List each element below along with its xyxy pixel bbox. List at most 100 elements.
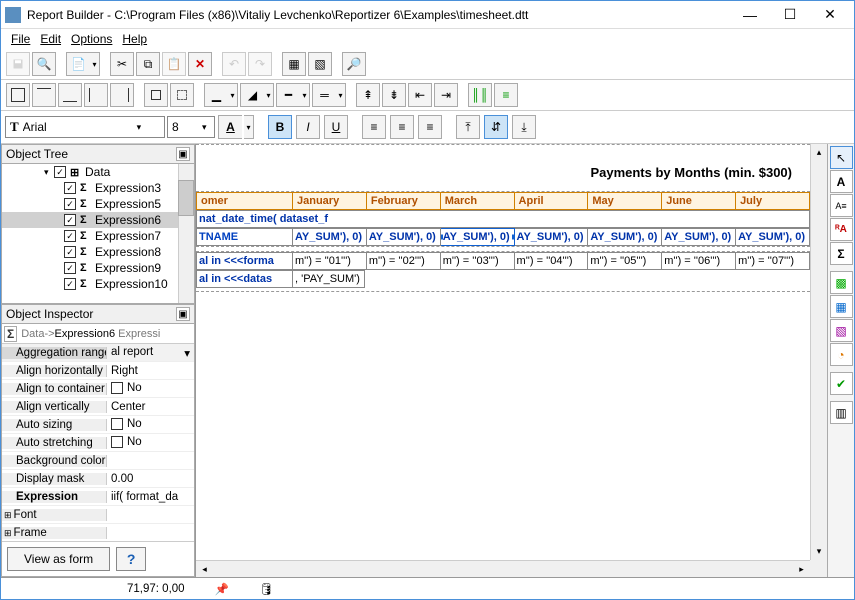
expression-cell[interactable]: m'') = ''02''') (366, 253, 440, 270)
canvas-vscrollbar[interactable]: ▴ ▾ (810, 144, 827, 560)
inspector-row[interactable]: Auto stretchingNo (2, 434, 194, 452)
inspector-row[interactable]: Auto sizingNo (2, 416, 194, 434)
tool-dbtext[interactable]: A≡ (830, 194, 853, 217)
expression-cell-selected[interactable]: AY_SUM'), 0) (440, 229, 514, 246)
frame-none-button[interactable] (170, 83, 194, 107)
minimize-button[interactable]: — (730, 2, 770, 28)
send-back-button[interactable]: ▧ (308, 52, 332, 76)
tool-shape[interactable]: ▧ (830, 319, 853, 342)
inspector-row[interactable]: Aggregation rangeal report ▾ (2, 344, 194, 362)
tool-expression[interactable]: Σ (830, 242, 853, 265)
border-left-button[interactable] (84, 83, 108, 107)
border-top-button[interactable] (32, 83, 56, 107)
scroll-left-button[interactable]: ◂ (196, 561, 213, 577)
fill-color-button[interactable]: ◢ (240, 83, 264, 107)
menu-edit[interactable]: Edit (36, 30, 65, 48)
column-header[interactable]: April (514, 193, 588, 210)
align-center-button[interactable]: ≡ (390, 115, 414, 139)
valign-middle-button[interactable]: ⇵ (484, 115, 508, 139)
column-header[interactable]: omer (197, 193, 293, 210)
inspector-grid[interactable]: Aggregation rangeal report ▾Align horizo… (2, 344, 194, 541)
tree-scroll-thumb[interactable] (178, 180, 194, 216)
delete-button[interactable]: ✕ (188, 52, 212, 76)
expression-cell[interactable]: m'') = ''05''') (588, 253, 662, 270)
inspector-row[interactable]: ⊞Font (2, 506, 194, 524)
border-all-button[interactable] (6, 83, 30, 107)
valign-top-button[interactable]: ⤒ (456, 115, 480, 139)
tool-pointer[interactable]: ↖ (830, 146, 853, 169)
inspector-row[interactable]: Display mask0.00 (2, 470, 194, 488)
line-color-button[interactable]: ▁ (204, 83, 228, 107)
expression-cell[interactable]: m'') = ''01''') (293, 253, 367, 270)
field-cell[interactable]: TNAME (197, 229, 293, 246)
frame-solid-button[interactable] (144, 83, 168, 107)
align-objs-top-button[interactable]: ⇞ (356, 83, 380, 107)
save-button[interactable] (6, 52, 30, 76)
column-header[interactable]: March (440, 193, 514, 210)
tool-image[interactable]: ▩ (830, 271, 853, 294)
font-color-dropdown[interactable]: ▾ (244, 115, 254, 139)
object-tree[interactable]: ▾ ✓ ⊞ Data ✓ΣExpression3 ✓ΣExpression5 ✓… (1, 164, 195, 304)
expression-cell[interactable]: AY_SUM'), 0) (588, 229, 662, 246)
tree-node-expression[interactable]: ✓ΣExpression3 (2, 180, 194, 196)
scroll-up-button[interactable]: ▴ (811, 144, 827, 161)
expression-cell[interactable]: AY_SUM'), 0) (662, 229, 736, 246)
expression-cell[interactable]: AY_SUM'), 0) (366, 229, 440, 246)
font-name-combo[interactable]: T ▾ (5, 116, 165, 138)
maximize-button[interactable]: ☐ (770, 2, 810, 28)
close-button[interactable]: ✕ (810, 2, 850, 28)
valign-bottom-button[interactable]: ⤓ (512, 115, 536, 139)
expression-cell[interactable]: AY_SUM'), 0) (293, 229, 367, 246)
line-color-dropdown[interactable]: ▾ (228, 83, 238, 107)
paste-button[interactable]: 📋 (162, 52, 186, 76)
column-header[interactable]: May (588, 193, 662, 210)
menu-options[interactable]: Options (67, 30, 116, 48)
inspector-row[interactable]: Align to containerNo (2, 380, 194, 398)
report-title[interactable]: Payments by Months (min. $300) (196, 145, 810, 186)
tree-node-expression[interactable]: ✓ΣExpression7 (2, 228, 194, 244)
border-right-button[interactable] (110, 83, 134, 107)
distribute-v-button[interactable]: ≡ (494, 83, 518, 107)
new-object-button[interactable]: 📄 (66, 52, 90, 76)
tree-node-expression[interactable]: ✓ΣExpression5 (2, 196, 194, 212)
distribute-h-button[interactable]: ║║ (468, 83, 492, 107)
font-name-input[interactable] (23, 120, 133, 134)
align-right-button[interactable]: ≡ (418, 115, 442, 139)
tree-node-expression[interactable]: ✓ΣExpression8 (2, 244, 194, 260)
column-header[interactable]: July (736, 193, 810, 210)
bring-front-button[interactable]: ▦ (282, 52, 306, 76)
align-objs-right-button[interactable]: ⇥ (434, 83, 458, 107)
scroll-right-button[interactable]: ▸ (793, 561, 810, 577)
help-button[interactable]: ? (116, 547, 146, 571)
font-size-input[interactable] (172, 120, 198, 134)
expression-cell[interactable]: AY_SUM'), 0) (736, 229, 810, 246)
band-spacer[interactable] (196, 288, 810, 292)
tool-richtext[interactable]: ᴿA (830, 218, 853, 241)
underline-button[interactable]: U (324, 115, 348, 139)
line-width-dropdown[interactable]: ▾ (336, 83, 346, 107)
font-size-combo[interactable]: ▾ (167, 116, 215, 138)
tool-dbimage[interactable]: ▦ (830, 295, 853, 318)
tree-node-expression[interactable]: ✓ΣExpression9 (2, 260, 194, 276)
find-button[interactable]: 🔎 (342, 52, 366, 76)
inspector-row[interactable]: Background color (2, 452, 194, 470)
menu-help[interactable]: Help (118, 30, 151, 48)
line-width-button[interactable]: ═ (312, 83, 336, 107)
tool-chart[interactable]: ◔ (830, 343, 853, 366)
expression-cell[interactable]: m'') = ''07''') (736, 253, 810, 270)
expression-cell[interactable]: m'') = ''03''') (440, 253, 514, 270)
copy-button[interactable]: ⧉ (136, 52, 160, 76)
column-header[interactable]: February (366, 193, 440, 210)
expression-cell[interactable]: m'') = ''06''') (662, 253, 736, 270)
checkbox-icon[interactable]: ✓ (54, 166, 66, 178)
object-inspector-close-button[interactable]: ▣ (176, 307, 190, 321)
bold-button[interactable]: B (268, 115, 292, 139)
italic-button[interactable]: I (296, 115, 320, 139)
view-as-form-button[interactable]: View as form (7, 547, 110, 571)
inspector-row[interactable]: Align horizontallyRight (2, 362, 194, 380)
column-header[interactable]: June (662, 193, 736, 210)
menu-file[interactable]: File (7, 30, 34, 48)
group-header-cell[interactable]: nat_date_time( dataset_f (197, 211, 810, 228)
redo-button[interactable]: ↷ (248, 52, 272, 76)
expression-cell[interactable]: al in <<<datas (197, 271, 293, 288)
